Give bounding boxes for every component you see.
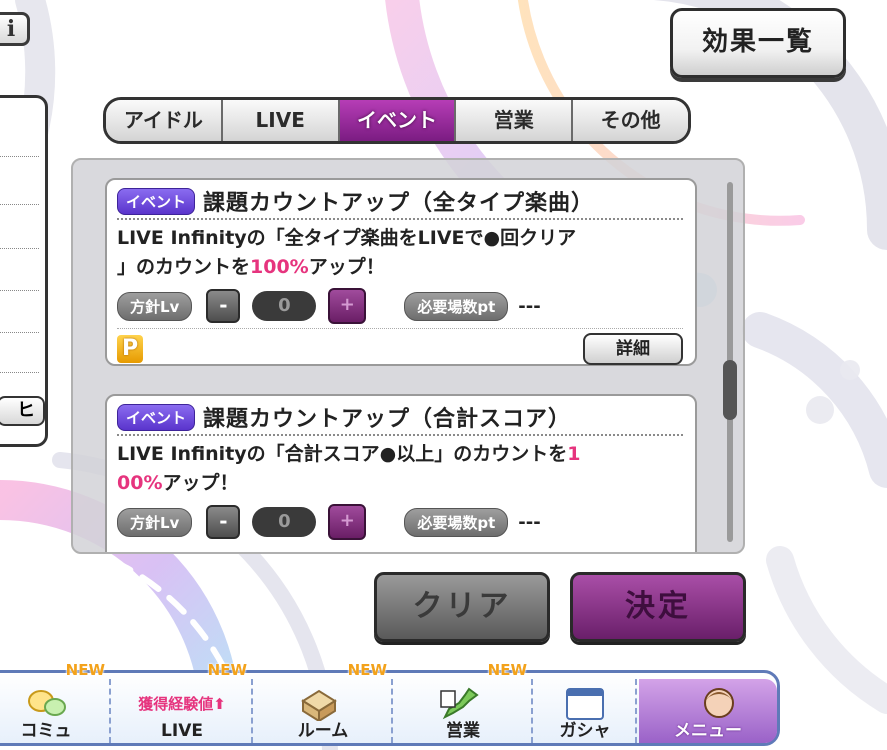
increase-button[interactable]: + [328,288,367,324]
nav-item-business[interactable]: NEW 営業 [395,661,533,743]
nav-label: コミュ [20,721,72,741]
nav-label: ルーム [297,721,349,741]
effect-list-panel: イベント 課題カウントアップ（全タイプ楽曲） LIVE Infinityの「全タ… [71,158,745,554]
info-button[interactable]: i [0,12,30,46]
nav-item-gacha[interactable]: ガシャ [535,679,637,743]
tab-idol[interactable]: アイドル [106,100,223,141]
nav-label: メニュー [674,721,742,741]
list-divider [0,156,39,157]
category-tabs: アイドル LIVE イベント 営業 その他 [103,97,691,144]
bottom-nav-bar: NEW コミュ NEW 獲得経験値⬆ LIVE NEW ルーム NEW 営業 ガ… [0,661,780,746]
policy-control-row: 方針Lv - 0 + 必要場数pt --- [117,502,683,542]
nav-label: ガシャ [559,721,611,741]
list-divider [0,290,39,291]
list-divider [0,332,39,333]
decide-button[interactable]: 決定 [570,572,746,642]
required-points-value: --- [518,295,541,317]
list-divider [0,248,39,249]
tab-live[interactable]: LIVE [222,100,340,141]
new-badge: NEW [487,661,527,679]
new-badge: NEW [65,661,105,679]
card-header: イベント 課題カウントアップ（全タイプ楽曲） [117,184,683,220]
description-line: 」のカウントを100%アップ！ [117,256,385,278]
policy-level-label: 方針Lv [117,507,193,537]
list-divider [0,204,39,205]
detail-button[interactable]: 詳細 [583,332,683,365]
new-badge: NEW [347,661,387,679]
card-header: イベント 課題カウントアップ（合計スコア） [117,400,683,436]
required-points-label: 必要場数pt [404,507,509,537]
card-description: LIVE Infinityの「合計スコア●以上」のカウントを1 00%アップ！ [117,440,683,498]
effect-card: イベント 課題カウントアップ（合計スコア） LIVE Infinityの「合計ス… [105,394,697,552]
description-line: LIVE Infinityの「全タイプ楽曲をLIVEで●回クリア [117,227,577,249]
required-points-label: 必要場数pt [404,291,509,321]
description-line: 00%アップ！ [117,472,239,494]
highlight-value: 100% [250,256,309,278]
event-badge: イベント [117,187,196,215]
nav-item-room[interactable]: NEW ルーム [255,661,393,743]
new-badge: NEW [207,661,247,679]
list-divider [0,372,39,373]
tab-event[interactable]: イベント [339,100,457,141]
required-points-value: --- [518,511,541,533]
card-title: 課題カウントアップ（全タイプ楽曲） [203,191,595,216]
effect-list-button[interactable]: 効果一覧 [670,8,846,78]
event-badge: イベント [117,403,196,431]
decrease-button[interactable]: - [206,505,241,539]
description-line: LIVE Infinityの「合計スコア●以上」のカウントを1 [117,443,581,465]
highlight-value: 1 [567,443,581,465]
policy-level-value: 0 [252,291,317,321]
policy-level-value: 0 [252,507,317,537]
nav-item-live[interactable]: NEW 獲得経験値⬆ LIVE [113,661,253,743]
highlight-value: 00% [117,472,163,494]
increase-button[interactable]: + [328,504,367,540]
p-icon: P [117,334,143,363]
nav-item-commu[interactable]: NEW コミュ [0,661,111,743]
decrease-button[interactable]: - [206,289,241,323]
effect-card: イベント 課題カウントアップ（全タイプ楽曲） LIVE Infinityの「全タ… [105,178,697,366]
card-footer: P 詳細 [117,328,683,368]
exp-bonus-label: 獲得経験値⬆ [138,695,226,713]
policy-level-label: 方針Lv [117,291,193,321]
scrollbar-thumb[interactable] [723,360,737,420]
nav-label: LIVE [161,721,203,741]
card-title: 課題カウントアップ（合計スコア） [203,407,572,432]
nav-label: 営業 [446,721,480,741]
tab-other[interactable]: その他 [573,100,688,141]
left-panel-button[interactable]: ヒ [0,396,45,426]
nav-item-menu[interactable]: メニュー [639,679,777,743]
card-description: LIVE Infinityの「全タイプ楽曲をLIVEで●回クリア 」のカウントを… [117,224,683,282]
policy-control-row: 方針Lv - 0 + 必要場数pt --- [117,286,683,326]
tab-business[interactable]: 営業 [456,100,574,141]
clear-button[interactable]: クリア [374,572,550,642]
left-side-panel: ヒ [0,95,48,447]
